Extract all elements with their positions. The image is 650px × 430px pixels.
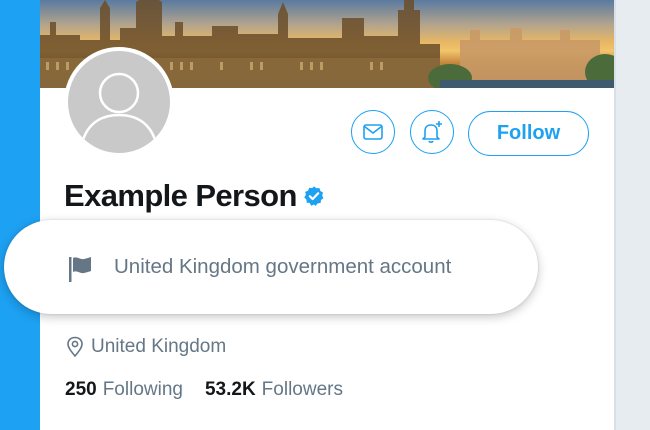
map-pin-icon (67, 336, 83, 358)
location-text: United Kingdom (91, 336, 227, 357)
envelope-icon (363, 124, 383, 140)
flag-icon (69, 257, 91, 282)
location-row: United Kingdom (65, 334, 226, 360)
avatar[interactable] (64, 47, 174, 157)
page-background-right (614, 0, 650, 430)
display-name: Example Person (64, 178, 297, 213)
notifications-button[interactable] (410, 110, 454, 154)
account-label-text: United Kingdom government account (114, 255, 452, 278)
account-label-callout: United Kingdom government account (4, 220, 538, 314)
following-count[interactable]: 250 (65, 379, 97, 401)
profile-name-row: Example Person (64, 176, 325, 216)
message-button[interactable] (351, 110, 395, 154)
followers-label[interactable]: Followers (262, 379, 343, 401)
follow-button[interactable]: Follow (468, 111, 589, 156)
bell-plus-icon (422, 121, 442, 143)
followers-count[interactable]: 53.2K (205, 379, 256, 401)
following-label[interactable]: Following (103, 379, 183, 401)
avatar-placeholder (68, 51, 170, 153)
default-avatar-icon (80, 72, 158, 144)
profile-card: Follow Example Person United Kingdom 250… (40, 0, 614, 430)
verified-badge-icon (304, 186, 324, 206)
follow-stats: 250 Following 53.2K Followers (65, 377, 343, 403)
